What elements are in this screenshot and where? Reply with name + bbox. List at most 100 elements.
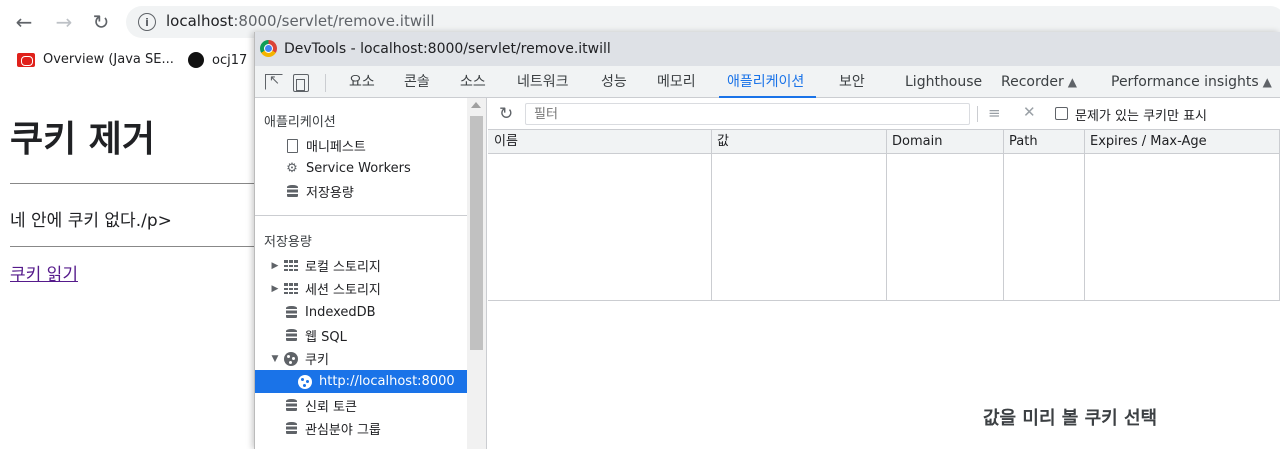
sidebar-item-interest-groups[interactable]: 관심분야 그룹 xyxy=(255,417,467,440)
toolbar-separator xyxy=(977,106,978,122)
read-cookie-link[interactable]: 쿠키 읽기 xyxy=(10,260,78,285)
sidebar-section-application: 애플리케이션 xyxy=(264,115,336,130)
tab-label: Recorder xyxy=(1001,74,1064,90)
divider xyxy=(10,183,260,184)
github-icon xyxy=(188,52,204,68)
scroll-up-icon[interactable] xyxy=(471,102,481,108)
sidebar-item-service-workers[interactable]: ⚙ Service Workers xyxy=(255,157,467,180)
tab-recorder[interactable]: Recorder ▲ xyxy=(1001,66,1077,98)
column-header-expires[interactable]: Expires / Max-Age xyxy=(1084,130,1207,154)
device-toolbar-icon[interactable] xyxy=(293,74,311,92)
sidebar-item-label: 저장용량 xyxy=(306,186,354,201)
document-icon xyxy=(284,138,300,154)
sidebar-item-trust-tokens[interactable]: 신뢰 토큰 xyxy=(255,394,467,417)
column-header-name[interactable]: 이름 xyxy=(488,130,518,154)
sidebar-item-label: 매니페스트 xyxy=(306,140,366,155)
scrollbar-thumb[interactable] xyxy=(470,116,483,350)
column-divider xyxy=(1084,130,1085,301)
bookmark-github[interactable]: ocj17 xyxy=(188,52,247,68)
sidebar-item-storage[interactable]: 저장용량 xyxy=(255,180,467,203)
gear-icon: ⚙ xyxy=(286,161,298,176)
tab-memory[interactable]: 메모리 xyxy=(657,66,696,98)
database-icon xyxy=(283,421,299,437)
sidebar-item-label: 신뢰 토큰 xyxy=(305,400,357,415)
database-icon xyxy=(283,398,299,414)
grid-icon xyxy=(283,281,299,297)
tab-performance-insights[interactable]: Performance insights ▲ xyxy=(1111,66,1272,98)
page-message: 네 안에 쿠키 없다./p> xyxy=(10,211,172,231)
tab-console[interactable]: 콘솔 xyxy=(404,66,430,98)
sidebar-divider xyxy=(255,215,467,216)
cookie-icon xyxy=(283,351,299,367)
oracle-icon xyxy=(17,52,35,67)
column-divider xyxy=(711,130,712,301)
cookies-panel: ↻ ≡ ✕ 문제가 있는 쿠키만 표시 이름 값 Domain Path Exp… xyxy=(488,98,1280,449)
divider xyxy=(10,246,260,247)
column-header-domain[interactable]: Domain xyxy=(886,130,942,154)
bookmark-label: Overview (Java SE... xyxy=(43,52,174,67)
page-content: 쿠키 제거 네 안에 쿠키 없다./p> 쿠키 읽기 xyxy=(0,76,260,449)
cookies-table: 이름 값 Domain Path Expires / Max-Age xyxy=(488,130,1280,301)
column-header-path[interactable]: Path xyxy=(1003,130,1038,154)
sidebar-item-local-storage[interactable]: ▶ 로컬 스토리지 xyxy=(255,254,467,277)
devtools-window: DevTools - localhost:8000/servlet/remove… xyxy=(254,32,1280,449)
sidebar-item-label: 웹 SQL xyxy=(305,330,347,345)
page-heading: 쿠키 제거 xyxy=(10,119,156,160)
column-divider xyxy=(886,130,887,301)
cookies-toolbar: ↻ ≡ ✕ 문제가 있는 쿠키만 표시 xyxy=(488,98,1280,130)
bookmark-oracle[interactable]: Overview (Java SE... xyxy=(17,52,174,67)
only-issues-checkbox[interactable] xyxy=(1055,107,1068,120)
sidebar-item-label: http://localhost:8000 xyxy=(319,374,455,389)
tab-network[interactable]: 네트워크 xyxy=(517,66,569,98)
inspect-element-icon[interactable] xyxy=(265,73,283,90)
tab-performance[interactable]: 성능 xyxy=(601,66,627,98)
sidebar-item-label: 관심분야 그룹 xyxy=(305,423,381,438)
flask-icon: ▲ xyxy=(1262,75,1272,89)
tab-elements[interactable]: 요소 xyxy=(349,66,375,98)
sidebar-item-session-storage[interactable]: ▶ 세션 스토리지 xyxy=(255,277,467,300)
expand-arrow-icon[interactable]: ▶ xyxy=(269,284,281,294)
sidebar-item-label: Service Workers xyxy=(306,161,411,176)
forward-button[interactable]: → xyxy=(52,10,76,34)
tab-sources[interactable]: 소스 xyxy=(460,66,486,98)
database-icon xyxy=(283,305,299,321)
back-button[interactable]: ← xyxy=(12,10,36,34)
reload-button[interactable]: ↻ xyxy=(89,10,113,34)
table-header: 이름 값 Domain Path Expires / Max-Age xyxy=(488,130,1280,154)
devtools-title: DevTools - localhost:8000/servlet/remove… xyxy=(284,41,611,57)
tab-application[interactable]: 애플리케이션 xyxy=(718,66,817,98)
expand-arrow-icon[interactable]: ▶ xyxy=(269,261,281,271)
flask-icon: ▲ xyxy=(1067,75,1077,89)
site-info-icon[interactable]: i xyxy=(138,13,156,31)
filter-input[interactable] xyxy=(525,103,970,125)
tab-label: Performance insights xyxy=(1111,74,1259,90)
sidebar-item-label: IndexedDB xyxy=(305,305,376,320)
refresh-icon[interactable]: ↻ xyxy=(499,104,513,124)
url-text[interactable]: localhost:8000/servlet/remove.itwill xyxy=(166,12,435,30)
delete-selected-icon[interactable]: ✕ xyxy=(1023,103,1036,121)
collapse-arrow-icon[interactable]: ▼ xyxy=(269,354,281,364)
sidebar-item-label: 세션 스토리지 xyxy=(305,283,381,298)
application-sidebar: 애플리케이션 매니페스트 ⚙ Service Workers 저장용량 저장용량… xyxy=(255,98,487,449)
sidebar-item-indexeddb[interactable]: IndexedDB xyxy=(255,301,467,324)
grid-icon xyxy=(283,258,299,274)
sidebar-item-cookies[interactable]: ▼ 쿠키 xyxy=(255,347,467,370)
devtools-titlebar: DevTools - localhost:8000/servlet/remove… xyxy=(255,32,1280,66)
only-issues-label[interactable]: 문제가 있는 쿠키만 표시 xyxy=(1075,105,1207,124)
column-header-value[interactable]: 값 xyxy=(711,130,729,154)
devtools-tabbar: 요소 콘솔 소스 네트워크 성능 메모리 애플리케이션 보안 Lighthous… xyxy=(255,66,1280,98)
sidebar-item-cookie-origin[interactable]: http://localhost:8000 xyxy=(255,370,467,393)
sidebar-item-label: 로컬 스토리지 xyxy=(305,260,381,275)
tab-security[interactable]: 보안 xyxy=(839,66,865,98)
cookie-preview-placeholder: 값을 미리 볼 쿠키 선택 xyxy=(983,408,1158,429)
sidebar-item-manifest[interactable]: 매니페스트 xyxy=(255,134,467,157)
clear-filtered-icon[interactable]: ≡ xyxy=(988,104,1001,122)
bookmark-label: ocj17 xyxy=(212,52,248,68)
tab-separator xyxy=(325,74,326,92)
cookie-icon xyxy=(297,374,313,390)
tab-lighthouse[interactable]: Lighthouse xyxy=(905,66,982,98)
chrome-icon xyxy=(260,40,277,57)
database-icon xyxy=(283,328,299,344)
database-icon xyxy=(284,184,300,200)
sidebar-item-web-sql[interactable]: 웹 SQL xyxy=(255,324,467,347)
